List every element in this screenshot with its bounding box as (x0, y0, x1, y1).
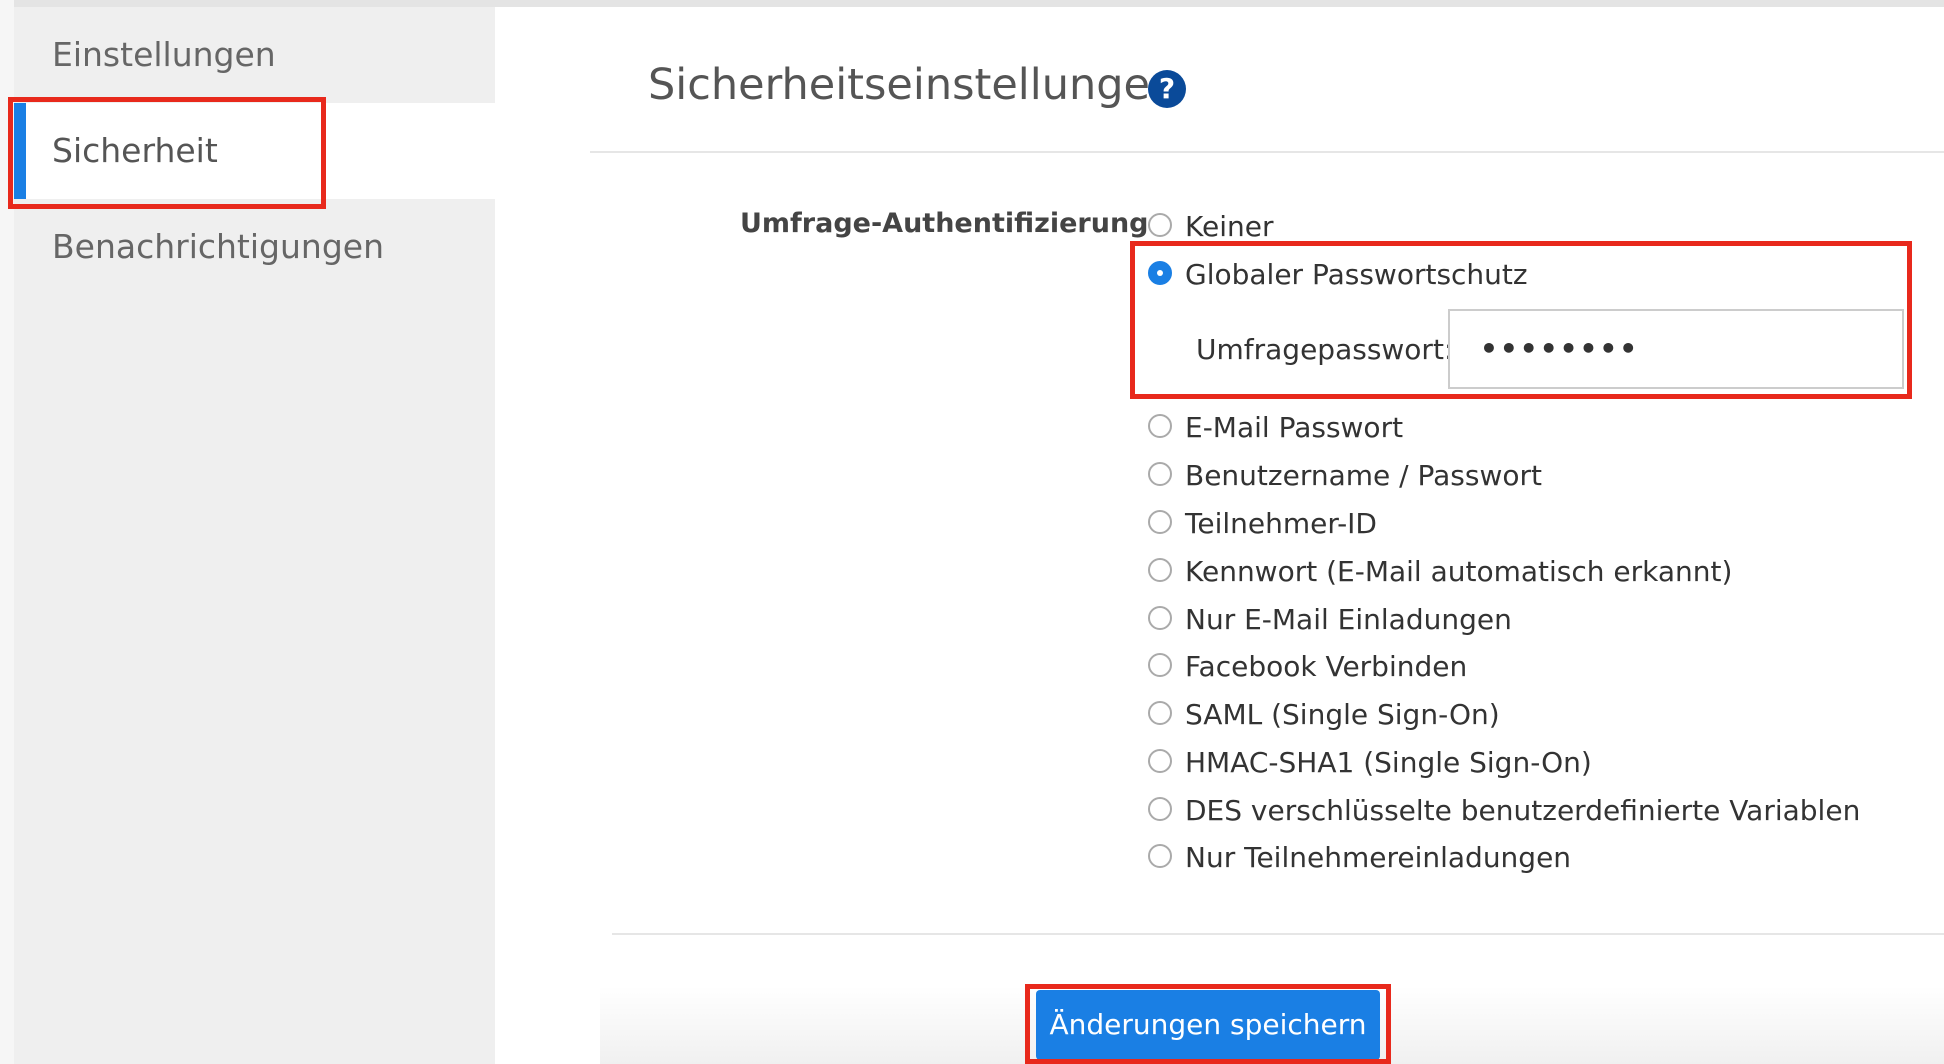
radio-button[interactable] (1148, 701, 1172, 725)
radio-label: Facebook Verbinden (1185, 650, 1468, 683)
sidebar-item-label: Benachrichtigungen (52, 227, 384, 266)
footer-divider (612, 933, 1944, 935)
radio-label: Keiner (1185, 210, 1274, 243)
radio-label: Benutzername / Passwort (1185, 459, 1542, 492)
radio-label: Teilnehmer-ID (1185, 507, 1377, 540)
sidebar-item-einstellungen[interactable]: Einstellungen (14, 7, 495, 103)
radio-label: HMAC-SHA1 (Single Sign-On) (1185, 746, 1592, 779)
sidebar-item-label: Einstellungen (52, 35, 276, 74)
radio-label: Kennwort (E-Mail automatisch erkannt) (1185, 555, 1733, 588)
radio-button[interactable] (1148, 558, 1172, 582)
radio-label: Nur E-Mail Einladungen (1185, 603, 1512, 636)
radio-button[interactable] (1148, 213, 1172, 237)
radio-label: DES verschlüsselte benutzerdefinierte Va… (1185, 794, 1861, 827)
radio-button[interactable] (1148, 653, 1172, 677)
highlight-box-save (1025, 984, 1391, 1064)
highlight-box-sidebar (8, 97, 326, 209)
radio-button[interactable] (1148, 606, 1172, 630)
highlight-box-password (1130, 241, 1912, 399)
radio-button[interactable] (1148, 749, 1172, 773)
header-divider (590, 151, 1944, 153)
help-icon[interactable]: ? (1148, 70, 1186, 108)
page-title: Sicherheitseinstellungen (648, 60, 1178, 110)
radio-label: E-Mail Passwort (1185, 411, 1404, 444)
auth-label: Umfrage-Authentifizierung: (740, 208, 1160, 239)
radio-button[interactable] (1148, 797, 1172, 821)
radio-button[interactable] (1148, 510, 1172, 534)
top-border (0, 0, 1944, 7)
sidebar-item-benachrichtigungen[interactable]: Benachrichtigungen (14, 199, 495, 295)
radio-button[interactable] (1148, 462, 1172, 486)
radio-label: SAML (Single Sign-On) (1185, 698, 1500, 731)
radio-button[interactable] (1148, 844, 1172, 868)
radio-button[interactable] (1148, 414, 1172, 438)
radio-label: Nur Teilnehmereinladungen (1185, 841, 1572, 874)
